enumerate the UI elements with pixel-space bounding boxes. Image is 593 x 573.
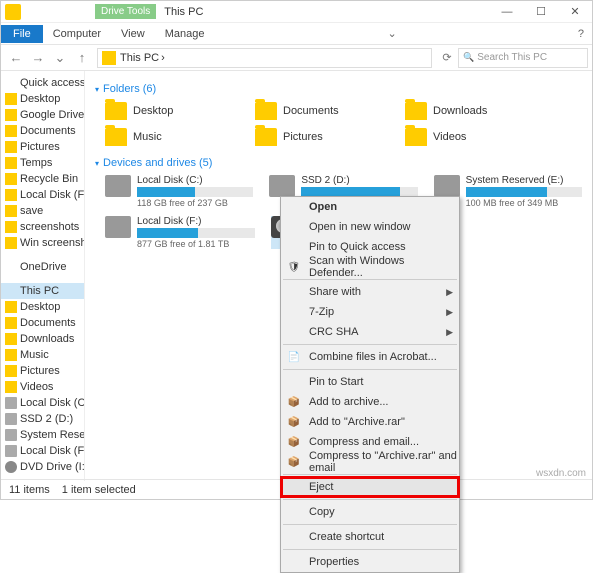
menu-item-scan-with-windows-defender-[interactable]: 🛡Scan with Windows Defender... <box>281 257 459 277</box>
app-icon <box>5 4 21 20</box>
ribbon-tabs: File Computer View Manage ⌄ ? <box>1 23 592 45</box>
tree-item[interactable]: Local Disk (C:) <box>1 395 84 411</box>
tree-item[interactable]: Downloads <box>1 331 84 347</box>
breadcrumb-text: This PC <box>120 52 159 64</box>
nav-bar: ← → ⌄ ↑ This PC › ⟳ Search This PC <box>1 45 592 71</box>
disk-icon <box>434 175 460 197</box>
submenu-arrow-icon: ▶ <box>446 287 453 298</box>
tree-item[interactable]: DVD Drive (I:) Polish <box>1 459 84 475</box>
title-bar: Drive Tools This PC — ☐ ✕ <box>1 1 592 23</box>
tree-item[interactable]: Win screenshots <box>1 235 84 251</box>
tree-item[interactable]: Desktop <box>1 299 84 315</box>
manage-tab[interactable]: Manage <box>155 25 215 43</box>
folder-icon <box>405 102 427 120</box>
menu-item-pin-to-start[interactable]: Pin to Start <box>281 372 459 392</box>
drives-group-header[interactable]: Devices and drives (5) <box>95 157 582 169</box>
folder-icon <box>105 102 127 120</box>
help-icon[interactable]: ? <box>570 28 592 40</box>
view-tab[interactable]: View <box>111 25 155 43</box>
menu-item-open-in-new-window[interactable]: Open in new window <box>281 217 459 237</box>
watermark: wsxdn.com <box>536 468 586 479</box>
tree-item[interactable]: Quick access <box>1 75 84 91</box>
context-menu: OpenOpen in new windowPin to Quick acces… <box>280 196 460 573</box>
menu-item-copy[interactable]: Copy <box>281 502 459 522</box>
folder-icon <box>255 128 277 146</box>
folder-item[interactable]: Documents <box>255 101 385 121</box>
refresh-button[interactable]: ⟳ <box>436 47 458 69</box>
menu-icon: 📄 <box>287 350 301 364</box>
menu-item-create-shortcut[interactable]: Create shortcut <box>281 527 459 547</box>
recent-dropdown[interactable]: ⌄ <box>49 47 71 69</box>
folder-item[interactable]: Pictures <box>255 127 385 147</box>
disk-icon <box>105 175 131 197</box>
tree-item[interactable]: Local Disk (F:) <box>1 187 84 203</box>
window-title: This PC <box>164 6 203 18</box>
menu-item--zip[interactable]: 7-Zip▶ <box>281 302 459 322</box>
tree-item[interactable]: Temps <box>1 155 84 171</box>
tree-item[interactable]: save <box>1 203 84 219</box>
menu-item-share-with[interactable]: Share with▶ <box>281 282 459 302</box>
close-button[interactable]: ✕ <box>558 1 592 23</box>
tree-item[interactable]: Google Drive <box>1 107 84 123</box>
disk-icon <box>269 175 295 197</box>
menu-item-crc-sha[interactable]: CRC SHA▶ <box>281 322 459 342</box>
status-selected: 1 item selected <box>62 484 136 496</box>
folder-icon <box>405 128 427 146</box>
folder-item[interactable]: Downloads <box>405 101 535 121</box>
menu-icon: 📦 <box>287 395 301 409</box>
drive-item[interactable]: Local Disk (F:)877 GB free of 1.81 TB <box>105 216 255 249</box>
menu-item-open[interactable]: Open <box>281 197 459 217</box>
search-input[interactable]: Search This PC <box>458 48 588 68</box>
tree-item[interactable]: Pictures <box>1 139 84 155</box>
tree-item[interactable]: SSD 2 (D:) <box>1 411 84 427</box>
tree-item[interactable]: Local Disk (F:) <box>1 443 84 459</box>
tree-item[interactable]: Pictures <box>1 363 84 379</box>
status-items: 11 items <box>9 484 50 496</box>
tree-item[interactable]: This PC <box>1 283 84 299</box>
menu-item-compress-to-archive-rar-and-email[interactable]: 📦Compress to "Archive.rar" and email <box>281 452 459 472</box>
tree-item[interactable]: System Reserved (E:) <box>1 427 84 443</box>
minimize-button[interactable]: — <box>490 1 524 23</box>
menu-icon: 📦 <box>287 415 301 429</box>
tree-item[interactable]: Documents <box>1 123 84 139</box>
tree-item[interactable]: Videos <box>1 379 84 395</box>
menu-item-add-to-archive-[interactable]: 📦Add to archive... <box>281 392 459 412</box>
address-bar[interactable]: This PC › <box>97 48 432 68</box>
menu-icon: 📦 <box>287 435 301 449</box>
folder-item[interactable]: Music <box>105 127 235 147</box>
drive-tools-tab[interactable]: Drive Tools <box>95 4 156 19</box>
tree-item[interactable]: Recycle Bin <box>1 171 84 187</box>
tree-item[interactable]: Desktop <box>1 91 84 107</box>
maximize-button[interactable]: ☐ <box>524 1 558 23</box>
back-button[interactable]: ← <box>5 47 27 69</box>
folder-item[interactable]: Videos <box>405 127 535 147</box>
drive-item[interactable]: Local Disk (C:)118 GB free of 237 GB <box>105 175 253 208</box>
menu-item-properties[interactable]: Properties <box>281 552 459 572</box>
menu-item-combine-files-in-acrobat-[interactable]: 📄Combine files in Acrobat... <box>281 347 459 367</box>
nav-tree[interactable]: Quick accessDesktopGoogle DriveDocuments… <box>1 71 85 481</box>
disk-icon <box>105 216 131 238</box>
tree-item[interactable]: Documents <box>1 315 84 331</box>
forward-button[interactable]: → <box>27 47 49 69</box>
folder-icon <box>105 128 127 146</box>
menu-item-compress-and-email-[interactable]: 📦Compress and email... <box>281 432 459 452</box>
tree-item[interactable]: Music <box>1 347 84 363</box>
expand-ribbon-icon[interactable]: ⌄ <box>380 27 405 40</box>
folder-item[interactable]: Desktop <box>105 101 235 121</box>
file-tab[interactable]: File <box>1 25 43 43</box>
submenu-arrow-icon: ▶ <box>446 307 453 318</box>
menu-item-pin-to-quick-access[interactable]: Pin to Quick access <box>281 237 459 257</box>
submenu-arrow-icon: ▶ <box>446 327 453 338</box>
pc-icon <box>102 51 116 65</box>
menu-icon: 🛡 <box>287 260 301 274</box>
menu-icon: 📦 <box>287 455 301 469</box>
tree-item[interactable]: OneDrive <box>1 259 84 275</box>
menu-item-add-to-archive-rar-[interactable]: 📦Add to "Archive.rar" <box>281 412 459 432</box>
folders-group-header[interactable]: Folders (6) <box>95 83 582 95</box>
tree-item[interactable]: screenshots <box>1 219 84 235</box>
folder-icon <box>255 102 277 120</box>
up-button[interactable]: ↑ <box>71 47 93 69</box>
computer-tab[interactable]: Computer <box>43 25 111 43</box>
menu-item-eject[interactable]: Eject <box>281 477 459 497</box>
